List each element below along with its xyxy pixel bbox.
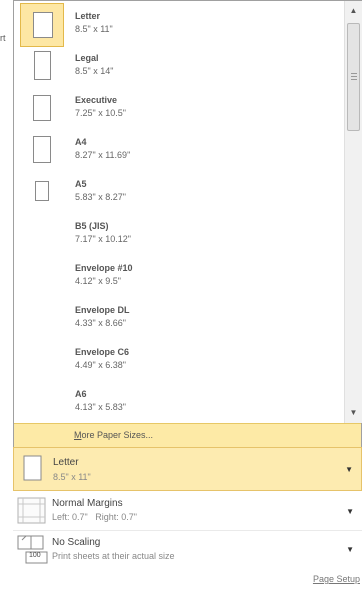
paper-size-name: A6 <box>75 389 87 399</box>
paper-size-name: Letter <box>75 11 101 21</box>
paper-size-title: Letter <box>53 457 79 468</box>
paper-size-dims: 8.5" x 14" <box>75 66 114 76</box>
margin-left-value: Left: 0.7" <box>52 512 88 522</box>
more-paper-sizes-label: ore Paper Sizes... <box>81 430 154 440</box>
more-paper-sizes-button[interactable]: More Paper Sizes... <box>14 423 361 447</box>
page-icon <box>23 455 42 481</box>
page-thumbnail <box>20 171 64 215</box>
margins-title: Normal Margins <box>52 498 123 509</box>
paper-size-name: Legal <box>75 53 99 63</box>
page-thumbnail <box>20 45 64 89</box>
page-thumbnail <box>20 3 64 47</box>
paper-size-subtitle: 8.5" x 11" <box>53 472 91 482</box>
scrollbar-thumb[interactable] <box>347 23 360 131</box>
dropdown-arrow-icon[interactable]: ▼ <box>346 545 354 554</box>
paper-size-list: Letter 8.5" x 11" Legal 8.5" x 14" Execu… <box>14 1 344 423</box>
paper-size-dims: 7.25" x 10.5" <box>75 108 126 118</box>
paper-size-item-a6[interactable]: A6 4.13" x 5.83" <box>14 379 344 421</box>
paper-size-item-envelope-c6[interactable]: Envelope C6 4.49" x 6.38" <box>14 337 344 379</box>
paper-size-item-a4[interactable]: A4 8.27" x 11.69" <box>14 127 344 169</box>
list-scrollbar[interactable]: ▲ ▼ <box>344 1 362 423</box>
page-thumbnail <box>20 87 64 131</box>
paper-size-item-envelope-dl[interactable]: Envelope DL 4.33" x 8.66" <box>14 295 344 337</box>
paper-size-name: Envelope C6 <box>75 347 130 357</box>
paper-size-dims: 4.33" x 8.66" <box>75 318 126 328</box>
chevron-up-icon[interactable]: ▲ <box>347 4 360 17</box>
scaling-title: No Scaling <box>52 537 101 548</box>
margin-right-value: Right: 0.7" <box>95 512 137 522</box>
paper-size-name: Envelope DL <box>75 305 130 315</box>
page-thumbnail <box>20 129 64 173</box>
paper-size-name: Executive <box>75 95 118 105</box>
scaling-icon <box>17 535 48 564</box>
paper-size-name: A4 <box>75 137 87 147</box>
margins-control[interactable]: Normal Margins Left: 0.7" Right: 0.7" ▼ <box>13 491 362 531</box>
paper-size-item-legal[interactable]: Legal 8.5" x 14" <box>14 43 344 85</box>
paper-size-dims: 4.12" x 9.5" <box>75 276 121 286</box>
more-paper-sizes-accelerator: M <box>74 430 82 440</box>
paper-size-name: A5 <box>75 179 87 189</box>
scaling-subtitle: Print sheets at their actual size <box>52 551 175 561</box>
paper-size-item-letter[interactable]: Letter 8.5" x 11" <box>14 1 344 47</box>
dropdown-arrow-icon[interactable]: ▼ <box>345 465 353 474</box>
paper-size-item-envelope-10[interactable]: Envelope #10 4.12" x 9.5" <box>14 253 344 295</box>
paper-size-dims: 7.17" x 10.12" <box>75 234 131 244</box>
paper-size-dims: 5.83" x 8.27" <box>75 192 126 202</box>
paper-size-dims: 8.27" x 11.69" <box>75 150 131 160</box>
paper-size-dims: 4.13" x 5.83" <box>75 402 126 412</box>
paper-size-item-b5-jis[interactable]: B5 (JIS) 7.17" x 10.12" <box>14 211 344 253</box>
paper-size-item-executive[interactable]: Executive 7.25" x 10.5" <box>14 85 344 127</box>
paper-size-dims: 4.49" x 6.38" <box>75 360 126 370</box>
margins-icon <box>17 497 46 524</box>
paper-size-control[interactable]: Letter 8.5" x 11" ▼ <box>13 447 362 491</box>
scaling-percent-text: 100 <box>29 552 41 559</box>
dropdown-arrow-icon[interactable]: ▼ <box>346 507 354 516</box>
paper-size-name: Envelope #10 <box>75 263 133 273</box>
paper-size-dims: 8.5" x 11" <box>75 24 113 34</box>
paper-size-name: B5 (JIS) <box>75 221 109 231</box>
page-setup-link[interactable]: Page Setup <box>313 574 360 584</box>
margins-values: Left: 0.7" Right: 0.7" <box>52 512 137 522</box>
scaling-control[interactable]: 100 No Scaling Print sheets at their act… <box>13 531 362 569</box>
paper-size-item-a5[interactable]: A5 5.83" x 8.27" <box>14 169 344 211</box>
paper-size-dropdown-panel: Letter 8.5" x 11" Legal 8.5" x 14" Execu… <box>13 0 362 447</box>
truncated-background-text: rt <box>0 33 6 43</box>
chevron-down-icon[interactable]: ▼ <box>347 406 360 419</box>
